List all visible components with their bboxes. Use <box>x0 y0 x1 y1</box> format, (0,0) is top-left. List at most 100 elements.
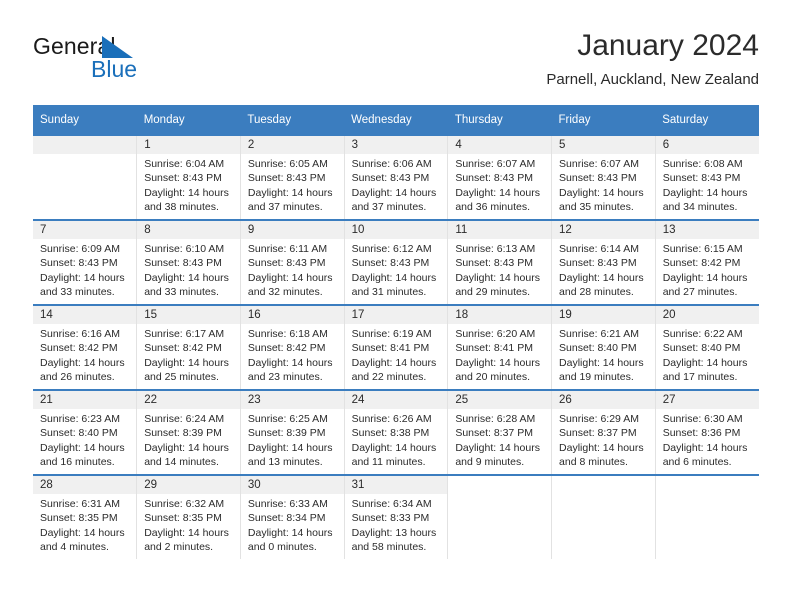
daylight-text-line2: and 4 minutes. <box>40 541 109 554</box>
calendar-day-cell[interactable]: 25 Sunrise: 6:28 AM Sunset: 8:37 PM Dayligh… <box>447 389 553 475</box>
sunrise-text: Sunrise: 6:15 AM <box>662 243 743 255</box>
day-details: Sunrise: 6:11 AM Sunset: 8:43 PM Daylight:… <box>241 239 344 300</box>
day-number: 21 <box>33 391 137 409</box>
day-cell-inner: 23 Sunrise: 6:25 AM Sunset: 8:39 PM Dayligh… <box>240 391 344 474</box>
day-number <box>552 476 655 494</box>
sunrise-text: Sunrise: 6:19 AM <box>351 328 432 340</box>
calendar-day-cell[interactable]: 16 Sunrise: 6:18 AM Sunset: 8:42 PM Dayligh… <box>240 304 345 390</box>
daylight-text-line1: Daylight: 14 hours <box>40 526 125 539</box>
day-number: 1 <box>137 136 240 154</box>
calendar-table: Sunday Monday Tuesday Wednesday Thursday… <box>33 105 759 559</box>
day-details: Sunrise: 6:33 AM Sunset: 8:34 PM Daylight:… <box>241 494 344 555</box>
day-number: 2 <box>240 136 344 154</box>
calendar-day-cell[interactable]: 21 Sunrise: 6:23 AM Sunset: 8:40 PM Dayligh… <box>33 389 138 475</box>
calendar-day-cell[interactable]: 23 Sunrise: 6:25 AM Sunset: 8:39 PM Dayligh… <box>240 389 345 475</box>
calendar-day-cell[interactable]: 6 Sunrise: 6:08 AM Sunset: 8:43 PM Daylight… <box>655 134 759 220</box>
day-number: 24 <box>344 391 448 409</box>
day-details: Sunrise: 6:34 AM Sunset: 8:33 PM Daylight:… <box>345 494 448 555</box>
day-cell-inner <box>552 476 655 559</box>
calendar-day-cell[interactable]: 19 Sunrise: 6:21 AM Sunset: 8:40 PM Dayligh… <box>551 304 656 390</box>
sunset-text: Sunset: 8:39 PM <box>144 427 222 440</box>
sunrise-text: Sunrise: 6:06 AM <box>351 158 432 170</box>
calendar-day-cell[interactable]: 31 Sunrise: 6:34 AM Sunset: 8:33 PM Dayligh… <box>344 474 449 559</box>
daylight-text-line2: and 13 minutes. <box>247 456 323 469</box>
daylight-text-line1: Daylight: 14 hours <box>559 271 644 284</box>
day-number: 28 <box>33 476 137 494</box>
sunset-text: Sunset: 8:42 PM <box>662 257 741 270</box>
calendar-body: 1 Sunrise: 6:04 AM Sunset: 8:43 PM Daylight… <box>33 134 759 559</box>
calendar-day-cell[interactable]: 17 Sunrise: 6:19 AM Sunset: 8:41 PM Dayligh… <box>344 304 449 390</box>
calendar-day-cell[interactable]: 15 Sunrise: 6:17 AM Sunset: 8:42 PM Dayligh… <box>136 304 241 390</box>
calendar-day-cell[interactable]: 11 Sunrise: 6:13 AM Sunset: 8:43 PM Dayligh… <box>447 219 553 305</box>
day-number: 3 <box>344 136 448 154</box>
daylight-text-line2: and 9 minutes. <box>455 456 525 469</box>
day-cell-inner: 10 Sunrise: 6:12 AM Sunset: 8:43 PM Dayligh… <box>344 221 448 304</box>
day-details: Sunrise: 6:09 AM Sunset: 8:43 PM Daylight:… <box>33 239 136 300</box>
calendar-day-cell[interactable]: 18 Sunrise: 6:20 AM Sunset: 8:41 PM Dayligh… <box>447 304 553 390</box>
calendar-day-cell[interactable]: 5 Sunrise: 6:07 AM Sunset: 8:43 PM Daylight… <box>551 134 656 220</box>
calendar-day-cell[interactable]: 13 Sunrise: 6:15 AM Sunset: 8:42 PM Dayligh… <box>655 219 759 305</box>
sunrise-text: Sunrise: 6:31 AM <box>40 498 120 510</box>
day-cell-inner: 9 Sunrise: 6:11 AM Sunset: 8:43 PM Daylight… <box>240 221 344 304</box>
day-cell-inner: 5 Sunrise: 6:07 AM Sunset: 8:43 PM Daylight… <box>552 136 655 219</box>
weekday-header-friday: Friday <box>551 105 656 135</box>
calendar-empty-cell <box>551 474 656 559</box>
day-number: 10 <box>344 221 448 239</box>
calendar-day-cell[interactable]: 28 Sunrise: 6:31 AM Sunset: 8:35 PM Dayligh… <box>33 474 138 559</box>
sunset-text: Sunset: 8:43 PM <box>144 172 222 185</box>
day-details: Sunrise: 6:06 AM Sunset: 8:43 PM Daylight:… <box>345 154 448 215</box>
logo-triangle-icon <box>102 36 133 58</box>
calendar-day-cell[interactable]: 27 Sunrise: 6:30 AM Sunset: 8:36 PM Dayligh… <box>655 389 759 475</box>
day-number <box>656 476 759 494</box>
calendar-week-row: 21 Sunrise: 6:23 AM Sunset: 8:40 PM Dayligh… <box>33 389 759 475</box>
sunrise-text: Sunrise: 6:26 AM <box>351 413 432 425</box>
calendar-day-cell[interactable]: 14 Sunrise: 6:16 AM Sunset: 8:42 PM Dayligh… <box>33 304 138 390</box>
day-details: Sunrise: 6:28 AM Sunset: 8:37 PM Daylight:… <box>448 409 551 470</box>
sunset-text: Sunset: 8:43 PM <box>455 257 533 270</box>
calendar-day-cell[interactable]: 4 Sunrise: 6:07 AM Sunset: 8:43 PM Daylight… <box>447 134 553 220</box>
day-number: 29 <box>137 476 240 494</box>
daylight-text-line1: Daylight: 14 hours <box>351 356 437 369</box>
sunrise-text: Sunrise: 6:11 AM <box>247 243 328 255</box>
sunset-text: Sunset: 8:37 PM <box>559 427 637 440</box>
calendar-day-cell[interactable]: 2 Sunrise: 6:05 AM Sunset: 8:43 PM Daylight… <box>240 134 345 220</box>
calendar-day-cell[interactable]: 7 Sunrise: 6:09 AM Sunset: 8:43 PM Daylight… <box>33 219 138 305</box>
sunrise-text: Sunrise: 6:25 AM <box>247 413 328 425</box>
day-cell-inner: 16 Sunrise: 6:18 AM Sunset: 8:42 PM Dayligh… <box>240 306 344 389</box>
sunrise-text: Sunrise: 6:29 AM <box>559 413 639 425</box>
day-details: Sunrise: 6:20 AM Sunset: 8:41 PM Daylight:… <box>448 324 551 385</box>
weekday-header-row: Sunday Monday Tuesday Wednesday Thursday… <box>33 105 759 135</box>
calendar-day-cell[interactable]: 1 Sunrise: 6:04 AM Sunset: 8:43 PM Daylight… <box>136 134 241 220</box>
calendar-day-cell[interactable]: 29 Sunrise: 6:32 AM Sunset: 8:35 PM Dayligh… <box>136 474 241 559</box>
calendar-day-cell[interactable]: 9 Sunrise: 6:11 AM Sunset: 8:43 PM Daylight… <box>240 219 345 305</box>
calendar-day-cell[interactable]: 24 Sunrise: 6:26 AM Sunset: 8:38 PM Dayligh… <box>344 389 449 475</box>
sunrise-text: Sunrise: 6:09 AM <box>40 243 120 255</box>
sunset-text: Sunset: 8:42 PM <box>144 342 222 355</box>
day-cell-inner: 31 Sunrise: 6:34 AM Sunset: 8:33 PM Dayligh… <box>344 476 448 559</box>
day-number: 4 <box>448 136 552 154</box>
day-number: 20 <box>655 306 759 324</box>
calendar-day-cell[interactable]: 30 Sunrise: 6:33 AM Sunset: 8:34 PM Dayligh… <box>240 474 345 559</box>
calendar-day-cell[interactable]: 22 Sunrise: 6:24 AM Sunset: 8:39 PM Dayligh… <box>136 389 241 475</box>
calendar-day-cell[interactable]: 20 Sunrise: 6:22 AM Sunset: 8:40 PM Dayligh… <box>655 304 759 390</box>
calendar-empty-cell <box>655 474 759 559</box>
calendar-day-cell[interactable]: 26 Sunrise: 6:29 AM Sunset: 8:37 PM Dayligh… <box>551 389 656 475</box>
calendar-day-cell[interactable]: 12 Sunrise: 6:14 AM Sunset: 8:43 PM Dayligh… <box>551 219 656 305</box>
daylight-text-line2: and 22 minutes. <box>351 371 427 384</box>
day-number: 16 <box>240 306 344 324</box>
weekday-header-wednesday: Wednesday <box>344 105 448 135</box>
day-cell-inner: 25 Sunrise: 6:28 AM Sunset: 8:37 PM Dayligh… <box>448 391 552 474</box>
day-details: Sunrise: 6:14 AM Sunset: 8:43 PM Daylight:… <box>552 239 655 300</box>
calendar-day-cell[interactable]: 8 Sunrise: 6:10 AM Sunset: 8:43 PM Daylight… <box>136 219 241 305</box>
daylight-text-line2: and 14 minutes. <box>144 456 219 469</box>
daylight-text-line2: and 26 minutes. <box>40 371 115 384</box>
calendar-day-cell[interactable]: 3 Sunrise: 6:06 AM Sunset: 8:43 PM Daylight… <box>344 134 449 220</box>
day-details: Sunrise: 6:07 AM Sunset: 8:43 PM Daylight:… <box>552 154 655 215</box>
daylight-text-line2: and 35 minutes. <box>559 201 634 214</box>
day-cell-inner: 3 Sunrise: 6:06 AM Sunset: 8:43 PM Daylight… <box>344 136 448 219</box>
calendar-day-cell[interactable]: 10 Sunrise: 6:12 AM Sunset: 8:43 PM Dayligh… <box>344 219 449 305</box>
day-details: Sunrise: 6:26 AM Sunset: 8:38 PM Daylight:… <box>345 409 448 470</box>
day-number <box>33 136 137 154</box>
daylight-text-line2: and 27 minutes. <box>662 286 738 299</box>
day-details: Sunrise: 6:16 AM Sunset: 8:42 PM Daylight:… <box>33 324 136 385</box>
